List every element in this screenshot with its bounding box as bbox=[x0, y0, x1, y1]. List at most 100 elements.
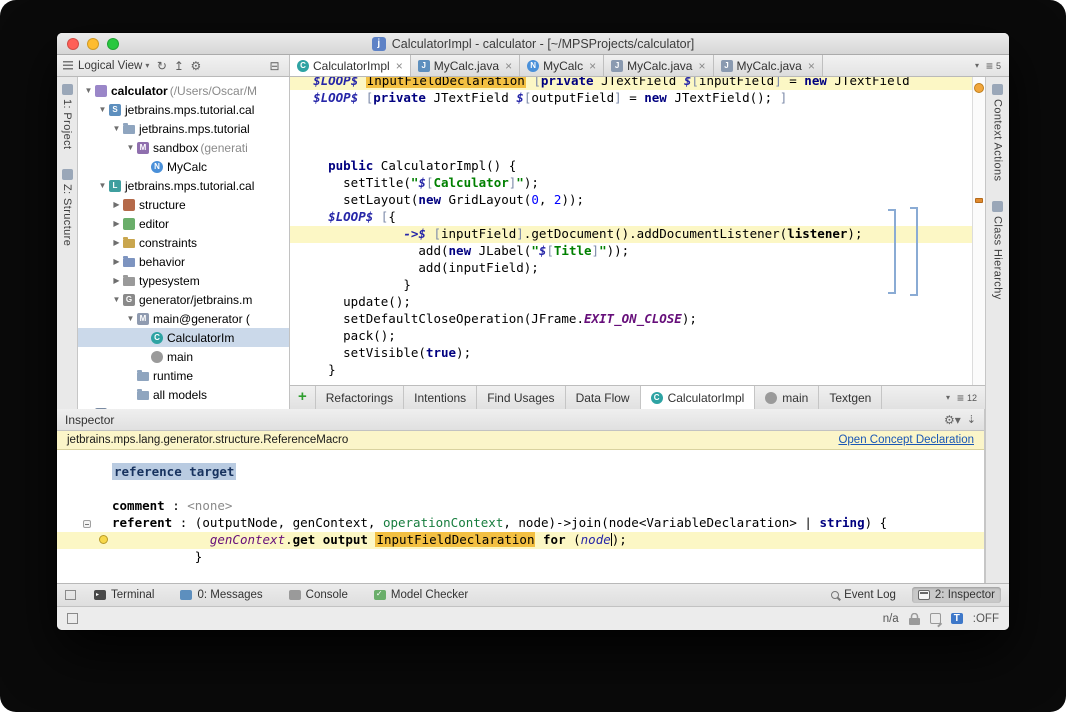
close-tab-icon[interactable]: × bbox=[396, 60, 403, 72]
code-line[interactable] bbox=[290, 124, 985, 141]
close-tab-icon[interactable]: × bbox=[505, 60, 512, 72]
expand-arrow-icon[interactable]: ▶ bbox=[110, 219, 123, 228]
intention-bulb-icon[interactable] bbox=[99, 535, 108, 544]
hide-inspector-button[interactable]: ⇣ bbox=[967, 413, 976, 426]
tree-item[interactable]: ▼ Ggenerator/jetbrains.m bbox=[78, 290, 289, 309]
settings-button[interactable]: ⚙ bbox=[187, 56, 204, 76]
expand-arrow-icon[interactable]: ▶ bbox=[110, 257, 123, 266]
highlighting-level-icon[interactable] bbox=[929, 613, 941, 624]
expand-arrow-icon[interactable]: ▼ bbox=[110, 124, 123, 133]
editor-bottom-tab[interactable]: main bbox=[755, 386, 820, 409]
fold-icon[interactable] bbox=[83, 520, 91, 528]
code-line[interactable] bbox=[290, 141, 985, 158]
code-line[interactable]: referent : (outputNode, genContext, oper… bbox=[57, 515, 984, 532]
chevron-down-icon[interactable]: ▾ bbox=[946, 393, 950, 402]
tool-window-button[interactable]: 2: Inspector bbox=[911, 587, 1001, 603]
chevron-down-icon[interactable]: ▾ bbox=[975, 61, 979, 70]
hide-panel-button[interactable]: ⊟ bbox=[266, 56, 283, 76]
hide-tool-windows-icon[interactable] bbox=[67, 613, 78, 624]
code-line[interactable]: $LOOP$ [private JTextField $[outputField… bbox=[290, 90, 985, 107]
refresh-button[interactable]: ↻ bbox=[153, 56, 170, 76]
expand-arrow-icon[interactable]: ▶ bbox=[110, 238, 123, 247]
tree-item[interactable]: ▶ constraints bbox=[78, 233, 289, 252]
tree-item[interactable]: ▶ editor bbox=[78, 214, 289, 233]
tool-window-button[interactable]: Terminal bbox=[88, 587, 160, 603]
code-line[interactable]: setDefaultCloseOperation(JFrame.EXIT_ON_… bbox=[290, 311, 985, 328]
editor-tab[interactable]: J MyCalc.java × bbox=[410, 55, 521, 76]
editor-bottom-tab[interactable]: Refactorings bbox=[314, 386, 405, 409]
editor-bottom-tab[interactable]: Textgen bbox=[819, 386, 883, 409]
editor-bottom-tab[interactable]: C CalculatorImpl bbox=[640, 386, 756, 409]
tree-item[interactable]: N MyCalc bbox=[78, 157, 289, 176]
editor-tab[interactable]: J MyCalc.java × bbox=[713, 55, 823, 76]
close-tab-icon[interactable]: × bbox=[589, 60, 596, 72]
tree-item[interactable]: ▼ Ljetbrains.mps.tutorial.cal bbox=[78, 176, 289, 195]
tool-strip-button[interactable]: Z: Structure bbox=[59, 166, 75, 249]
tool-buttons-toggle-icon[interactable] bbox=[65, 590, 76, 600]
tool-window-button[interactable]: 0: Messages bbox=[174, 587, 268, 603]
editor-bottom-tab[interactable]: Data Flow bbox=[566, 386, 641, 409]
editor-bottom-tab[interactable]: Find Usages bbox=[477, 386, 566, 409]
code-line[interactable]: $LOOP$ [{ bbox=[290, 209, 985, 226]
code-line[interactable]: } bbox=[290, 277, 985, 294]
code-line[interactable]: } bbox=[290, 362, 985, 379]
tree-item[interactable]: main bbox=[78, 347, 289, 366]
tool-window-button[interactable]: Event Log bbox=[825, 587, 902, 603]
code-line[interactable]: setLayout(new GridLayout(0, 2)); bbox=[290, 192, 985, 209]
editor-tab[interactable]: N MyCalc × bbox=[520, 55, 605, 76]
close-tab-icon[interactable]: × bbox=[698, 60, 705, 72]
tree-item[interactable]: ▼ jetbrains.mps.tutorial bbox=[78, 119, 289, 138]
expand-arrow-icon[interactable]: ▶ bbox=[110, 276, 123, 285]
code-line[interactable]: setTitle("$[Calculator]"); bbox=[290, 175, 985, 192]
tab-list-icon[interactable]: ≡ bbox=[957, 391, 964, 405]
code-line[interactable]: pack(); bbox=[290, 328, 985, 345]
tree-item[interactable]: all models bbox=[78, 385, 289, 404]
editor-bottom-tab[interactable]: Intentions bbox=[404, 386, 478, 409]
lock-icon[interactable] bbox=[908, 612, 920, 625]
inspector-code[interactable]: reference target comment : <none> referent… bbox=[57, 450, 984, 583]
tree-item[interactable]: ▶ typesystem bbox=[78, 271, 289, 290]
code-line[interactable]: update(); bbox=[290, 294, 985, 311]
tree-item[interactable]: ▶ structure bbox=[78, 195, 289, 214]
tool-window-button[interactable]: Console bbox=[283, 587, 354, 603]
tree-item[interactable]: ▼ calculator (/Users/Oscar/M bbox=[78, 81, 289, 100]
expand-arrow-icon[interactable]: ▼ bbox=[96, 105, 109, 114]
gear-icon[interactable]: ⚙▾ bbox=[944, 413, 961, 427]
code-line[interactable]: $LOOP$ InputFieldDeclaration [private JT… bbox=[290, 77, 985, 90]
code-line[interactable]: genContext.get output InputFieldDeclarat… bbox=[57, 532, 984, 549]
expand-arrow-icon[interactable]: ▼ bbox=[82, 86, 95, 95]
collapse-all-button[interactable]: ↥ bbox=[170, 56, 187, 76]
tool-strip-button[interactable]: 1: Project bbox=[59, 81, 75, 152]
warning-stripe-mark[interactable] bbox=[975, 198, 983, 203]
tool-strip-button[interactable]: Class Hierarchy bbox=[990, 198, 1006, 303]
editor-tab[interactable]: C CalculatorImpl × bbox=[290, 55, 411, 76]
view-selector[interactable]: Logical View bbox=[78, 60, 142, 72]
code-line[interactable]: public CalculatorImpl() { bbox=[290, 158, 985, 175]
tree-item[interactable]: runtime bbox=[78, 366, 289, 385]
minimize-window-button[interactable] bbox=[87, 37, 99, 50]
expand-arrow-icon[interactable]: ▶ bbox=[110, 200, 123, 209]
tree-item[interactable]: ▶ behavior bbox=[78, 252, 289, 271]
tree-item[interactable]: C CalculatorIm bbox=[78, 328, 289, 347]
expand-arrow-icon[interactable]: ▼ bbox=[124, 314, 137, 323]
code-line[interactable]: reference target bbox=[57, 463, 984, 481]
close-tab-icon[interactable]: × bbox=[808, 60, 815, 72]
code-line[interactable] bbox=[57, 481, 984, 498]
editor-tab[interactable]: J MyCalc.java × bbox=[604, 55, 714, 76]
expand-arrow-icon[interactable]: ▼ bbox=[110, 295, 123, 304]
error-stripe-scrollbar[interactable] bbox=[972, 77, 985, 385]
code-line[interactable]: } bbox=[57, 549, 984, 566]
expand-arrow-icon[interactable]: ▼ bbox=[96, 181, 109, 190]
editor-panel[interactable]: $LOOP$ InputFieldDeclaration [private JT… bbox=[290, 77, 985, 385]
code-line[interactable]: ->$ [inputField].getDocument().addDocume… bbox=[290, 226, 985, 243]
tool-strip-button[interactable]: Context Actions bbox=[990, 81, 1006, 184]
code-line[interactable]: add(new JLabel("$[Title]")); bbox=[290, 243, 985, 260]
tree-item[interactable]: ▼ Sjetbrains.mps.tutorial.cal bbox=[78, 100, 289, 119]
tab-list-icon[interactable]: ≡ bbox=[986, 59, 993, 73]
expand-arrow-icon[interactable]: ▼ bbox=[124, 143, 137, 152]
zoom-window-button[interactable] bbox=[107, 37, 119, 50]
tree-item[interactable]: ▼ Mmain@generator ( bbox=[78, 309, 289, 328]
code-line[interactable]: add(inputField); bbox=[290, 260, 985, 277]
tree-item[interactable]: ▼ Msandbox (generati bbox=[78, 138, 289, 157]
code-line[interactable] bbox=[290, 107, 985, 124]
